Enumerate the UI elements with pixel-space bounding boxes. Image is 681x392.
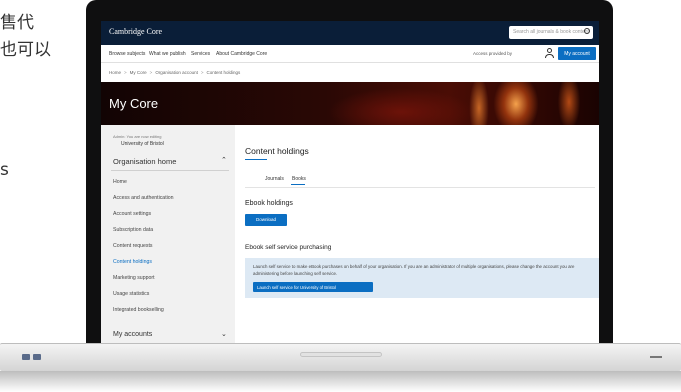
laptop-base-shadow xyxy=(0,371,681,392)
main-content: Content holdings Journals Books Ebook ho… xyxy=(235,125,599,345)
base-indicator-2 xyxy=(33,354,41,360)
search-input[interactable]: Search all journals & book content xyxy=(509,26,593,39)
tab-journals[interactable]: Journals xyxy=(265,176,284,182)
hero-title: My Core xyxy=(109,96,159,111)
ebook-holdings-heading: Ebook holdings xyxy=(245,200,293,207)
laptop-screen: Cambridge Core Search all journals & boo… xyxy=(101,21,599,345)
search-icon[interactable] xyxy=(584,28,590,34)
user-icon[interactable] xyxy=(545,48,554,59)
nav-about[interactable]: About Cambridge Core xyxy=(216,51,267,57)
base-dash xyxy=(650,356,662,358)
breadcrumb: Home > My Core > Organisation account > Conten… xyxy=(109,70,241,75)
sidebar: Admin: You are now editing University of… xyxy=(101,125,235,345)
launch-self-service-button[interactable]: Launch self service for University of Br… xyxy=(253,282,373,292)
sidebar-divider xyxy=(111,170,229,171)
sidebar-item-marketing-support[interactable]: Marketing support xyxy=(113,275,155,281)
breadcrumb-home[interactable]: Home xyxy=(109,70,121,75)
sidebar-item-content-holdings[interactable]: Content holdings xyxy=(113,259,152,265)
sidebar-item-access[interactable]: Access and authentication xyxy=(113,195,174,201)
site-logo[interactable]: Cambridge Core xyxy=(109,27,162,36)
access-provided-text: Access provided by xyxy=(473,51,513,56)
nav-browse-subjects[interactable]: Browse subjects xyxy=(109,51,145,57)
slide-text-line3: s xyxy=(0,160,9,180)
sidebar-item-subscription-data[interactable]: Subscription data xyxy=(113,227,153,233)
presentation-slide: 售代 也可以 s Cambridge Core Search all journ… xyxy=(0,0,681,392)
sidebar-section-title[interactable]: Organisation home xyxy=(113,157,176,166)
active-tab-indicator xyxy=(291,184,305,185)
breadcrumb-organisation-account[interactable]: Organisation account xyxy=(155,70,198,75)
tab-books[interactable]: Books xyxy=(292,176,306,182)
chevron-up-icon[interactable]: ⌃ xyxy=(221,156,227,164)
breadcrumb-content-holdings: Content holdings xyxy=(206,70,241,75)
self-service-heading: Ebook self service purchasing xyxy=(245,244,332,251)
sidebar-item-integrated-bookselling[interactable]: Integrated bookselling xyxy=(113,307,164,313)
page-title: Content holdings xyxy=(245,146,309,156)
slide-text-line2: 也可以 xyxy=(0,40,51,60)
title-underline xyxy=(245,159,267,160)
sidebar-item-account-settings[interactable]: Account settings xyxy=(113,211,151,217)
breadcrumb-my-core[interactable]: My Core xyxy=(130,70,147,75)
download-button[interactable]: Download xyxy=(245,214,287,226)
tabs-divider xyxy=(245,187,595,188)
self-service-info-text: Launch self service to make eBook purcha… xyxy=(253,264,575,276)
self-service-info-box: Launch self service to make eBook purcha… xyxy=(245,258,599,298)
org-label: Admin: You are now editing xyxy=(113,134,162,139)
slide-text-line1: 售代 xyxy=(0,13,34,33)
sidebar-my-accounts[interactable]: My accounts xyxy=(113,331,152,338)
trackpad-slot xyxy=(300,352,382,357)
site-header: Cambridge Core Search all journals & boo… xyxy=(101,21,599,45)
my-account-button[interactable]: My account xyxy=(558,47,596,60)
laptop-base xyxy=(0,343,681,371)
nav-services[interactable]: Services xyxy=(191,51,210,57)
base-indicator-1 xyxy=(22,354,30,360)
sidebar-item-content-requests[interactable]: Content requests xyxy=(113,243,153,249)
main-nav: Browse subjects What we publish Services… xyxy=(101,45,599,63)
search-placeholder: Search all journals & book content xyxy=(513,29,589,35)
nav-what-we-publish[interactable]: What we publish xyxy=(149,51,186,57)
hero-banner: My Core xyxy=(101,82,599,125)
org-name: University of Bristol xyxy=(121,141,164,147)
sidebar-item-home[interactable]: Home xyxy=(113,179,127,185)
sidebar-item-usage-statistics[interactable]: Usage statistics xyxy=(113,291,149,297)
chevron-down-icon[interactable]: ⌄ xyxy=(221,330,227,338)
